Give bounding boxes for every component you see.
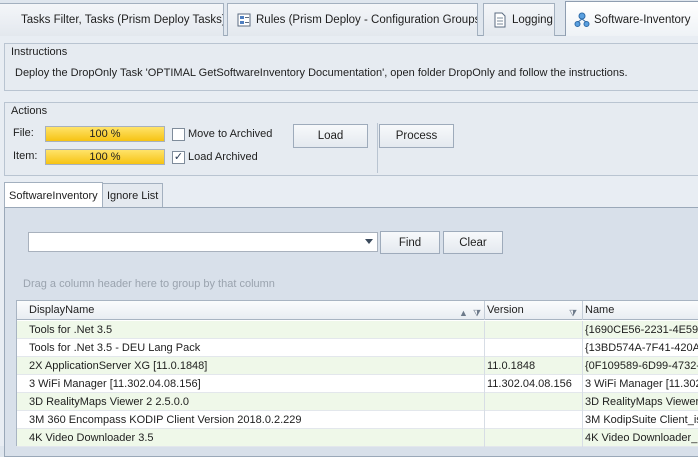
clear-button[interactable]: Clear <box>443 231 503 254</box>
chevron-down-icon[interactable] <box>365 239 373 244</box>
move-to-archived-label[interactable]: Move to Archived <box>188 128 272 140</box>
tab-software-inventory-grid-label: SoftwareInventory <box>9 189 98 202</box>
cell-displayname[interactable]: 3D RealityMaps Viewer 2 2.5.0.0 <box>17 393 485 411</box>
instructions-group: Instructions Deploy the DropOnly Task 'O… <box>4 43 698 91</box>
file-label: File: <box>13 127 34 139</box>
column-header-displayname-label: DisplayName <box>29 304 95 316</box>
cell-version[interactable] <box>485 321 583 339</box>
cell-version[interactable] <box>485 429 583 447</box>
tab-software-inventory-label: Software-Inventory <box>594 13 691 26</box>
cell-displayname[interactable]: 2X ApplicationServer XG [11.0.1848] <box>17 357 485 375</box>
actions-group: Actions File: 100 % Item: 100 % Move to … <box>4 102 698 176</box>
cell-displayname[interactable]: 3M 360 Encompass KODIP Client Version 20… <box>17 411 485 429</box>
tab-ignore-list[interactable]: Ignore List <box>102 183 164 207</box>
instructions-text: Deploy the DropOnly Task 'OPTIMAL GetSof… <box>15 67 628 79</box>
load-archived-checkbox[interactable]: ✓ <box>172 151 185 164</box>
table-row[interactable]: 2X ApplicationServer XG [11.0.1848] 11.0.… <box>17 357 698 375</box>
table-row[interactable]: 3M 360 Encompass KODIP Client Version 20… <box>17 411 698 429</box>
table-row[interactable]: Tools for .Net 3.5 {1690CE56-2231-4E59- <box>17 321 698 339</box>
item-progress-bar: 100 % <box>45 149 165 165</box>
cell-name[interactable]: {0F109589-6D99-4732- <box>583 357 698 375</box>
move-to-archived-checkbox[interactable] <box>172 128 185 141</box>
search-combobox[interactable] <box>28 232 378 252</box>
actions-separator <box>377 123 378 173</box>
column-header-name-label: Name <box>585 304 615 316</box>
cell-name[interactable]: 3D RealityMaps Viewer2 <box>583 393 698 411</box>
file-progress-text: 100 % <box>89 128 121 140</box>
group-panel-hint: Drag a column header here to group by th… <box>23 278 275 290</box>
tab-logging-label: Logging <box>512 14 553 26</box>
instructions-title: Instructions <box>11 46 68 58</box>
cell-version[interactable] <box>485 411 583 429</box>
cell-version[interactable] <box>485 393 583 411</box>
column-header-name[interactable]: Name <box>583 301 698 320</box>
cell-version[interactable] <box>485 339 583 357</box>
actions-title: Actions <box>11 105 48 117</box>
load-button[interactable]: Load <box>293 124 368 148</box>
cell-version[interactable]: 11.0.1848 <box>485 357 583 375</box>
cell-name[interactable]: 4K Video Downloader_is <box>583 429 698 447</box>
grid-header: DisplayName ▲ ⧩ Version ⧩ Name <box>17 301 698 320</box>
find-button[interactable]: Find <box>380 231 440 254</box>
item-progress-text: 100 % <box>89 151 121 163</box>
table-row[interactable]: Tools for .Net 3.5 - DEU Lang Pack {13BD5… <box>17 339 698 357</box>
column-header-displayname[interactable]: DisplayName ▲ ⧩ <box>17 301 485 320</box>
tab-software-inventory[interactable]: Software-Inventory <box>565 1 698 37</box>
table-row[interactable]: 3 WiFi Manager [11.302.04.08.156] 11.302.… <box>17 375 698 393</box>
network-icon <box>574 12 590 27</box>
column-header-version-label: Version <box>487 304 524 316</box>
tab-tasks-filter-label: Tasks Filter, Tasks (Prism Deploy Tasks) <box>21 14 224 26</box>
rules-icon <box>237 13 251 27</box>
process-button[interactable]: Process <box>379 124 454 148</box>
cell-displayname[interactable]: Tools for .Net 3.5 - DEU Lang Pack <box>17 339 485 357</box>
cell-version[interactable]: 11.302.04.08.156 <box>485 375 583 393</box>
table-row[interactable]: 4K Video Downloader 3.5 4K Video Download… <box>17 429 698 447</box>
filter-icon[interactable]: ⧩ <box>473 304 481 320</box>
cell-displayname[interactable]: Tools for .Net 3.5 <box>17 321 485 339</box>
cell-name[interactable]: 3 WiFi Manager [11.302 <box>583 375 698 393</box>
table-row[interactable]: 3D RealityMaps Viewer 2 2.5.0.0 3D Realit… <box>17 393 698 411</box>
filter-icon[interactable]: ⧩ <box>569 304 577 320</box>
checkmark-icon: ✓ <box>173 151 184 163</box>
sort-ascending-icon: ▲ <box>459 308 468 318</box>
tab-tasks-filter[interactable]: Tasks Filter, Tasks (Prism Deploy Tasks) <box>0 3 224 36</box>
cell-displayname[interactable]: 4K Video Downloader 3.5 <box>17 429 485 447</box>
document-tab-strip: Tasks Filter, Tasks (Prism Deploy Tasks)… <box>0 0 698 37</box>
tab-rules[interactable]: Rules (Prism Deploy - Configuration Grou… <box>227 3 478 36</box>
tab-rules-label: Rules (Prism Deploy - Configuration Grou… <box>256 14 478 26</box>
load-archived-label[interactable]: Load Archived <box>188 151 258 163</box>
cell-name[interactable]: {1690CE56-2231-4E59- <box>583 321 698 339</box>
document-icon <box>494 12 506 28</box>
tab-logging[interactable]: Logging <box>483 3 555 36</box>
tab-ignore-list-label: Ignore List <box>107 189 159 202</box>
column-header-version[interactable]: Version ⧩ <box>485 301 583 320</box>
file-progress-bar: 100 % <box>45 126 165 142</box>
cell-displayname[interactable]: 3 WiFi Manager [11.302.04.08.156] <box>17 375 485 393</box>
cell-name[interactable]: 3M KodipSuite Client_is <box>583 411 698 429</box>
software-inventory-grid: DisplayName ▲ ⧩ Version ⧩ Name Tools for… <box>16 300 698 447</box>
cell-name[interactable]: {13BD574A-7F41-420A- <box>583 339 698 357</box>
item-label: Item: <box>13 150 38 162</box>
tab-software-inventory-grid[interactable]: SoftwareInventory <box>4 182 103 208</box>
